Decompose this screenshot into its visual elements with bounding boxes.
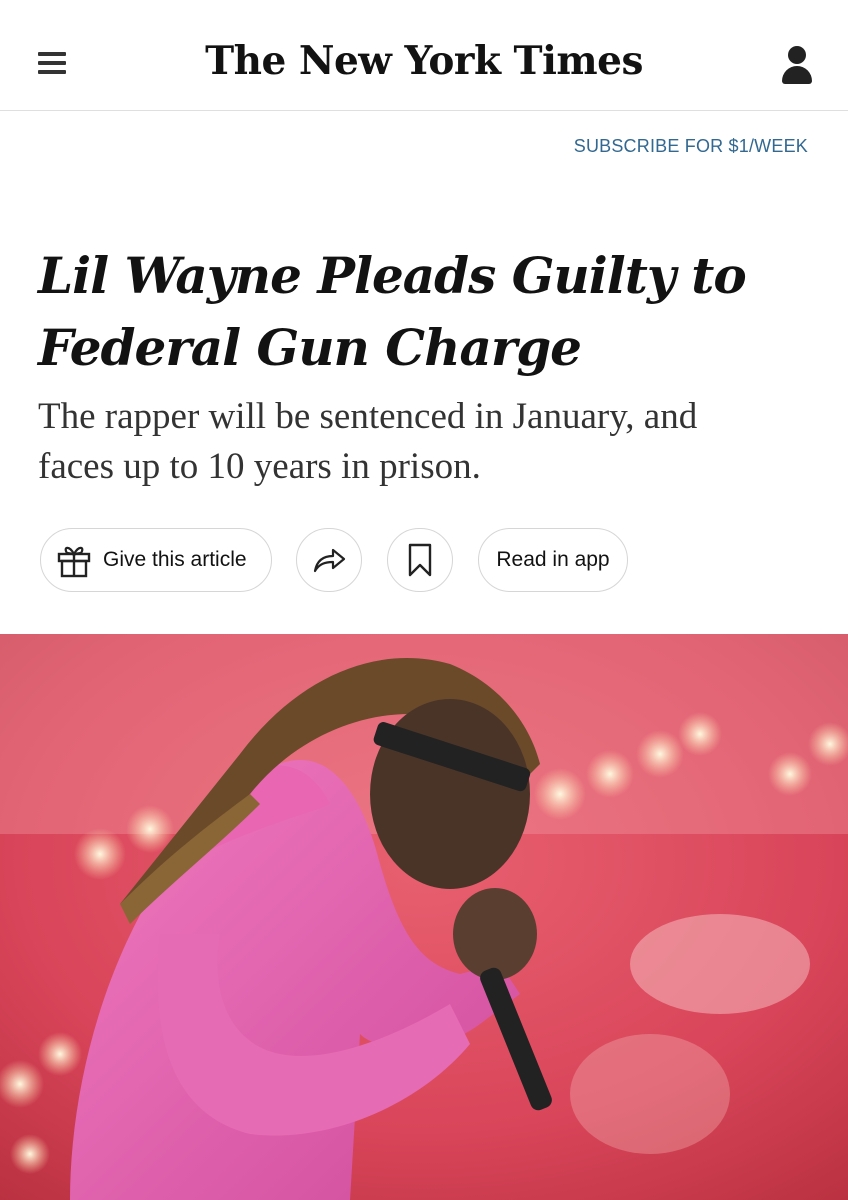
- subscribe-link[interactable]: SUBSCRIBE FOR $1/WEEK: [574, 136, 808, 157]
- article-headline: Lil Wayne Pleads Guilty to Federal Gun C…: [38, 240, 818, 384]
- masthead-logo[interactable]: The New York Times: [0, 38, 848, 84]
- article-lead-photo: [0, 634, 848, 1200]
- read-in-app-button[interactable]: Read in app: [478, 528, 628, 592]
- summary-line-1: The rapper will be sentenced in January,…: [38, 396, 698, 437]
- headline-line-1: Lil Wayne Pleads Guilty to: [38, 246, 747, 305]
- give-article-button[interactable]: Give this article: [40, 528, 272, 592]
- bookmark-icon: [408, 543, 432, 577]
- gift-icon: [57, 546, 91, 578]
- top-navigation-bar: The New York Times: [0, 0, 848, 111]
- user-account-icon[interactable]: [780, 46, 814, 86]
- article-actions: Give this article Read in app: [40, 528, 820, 592]
- summary-line-2: faces up to 10 years in prison.: [38, 446, 481, 487]
- give-article-label: Give this article: [103, 548, 247, 571]
- share-button[interactable]: [296, 528, 362, 592]
- save-bookmark-button[interactable]: [387, 528, 453, 592]
- read-in-app-label: Read in app: [496, 548, 610, 571]
- headline-line-2: Federal Gun Charge: [38, 318, 582, 377]
- share-arrow-icon: [313, 548, 346, 573]
- article-summary: The rapper will be sentenced in January,…: [38, 392, 818, 492]
